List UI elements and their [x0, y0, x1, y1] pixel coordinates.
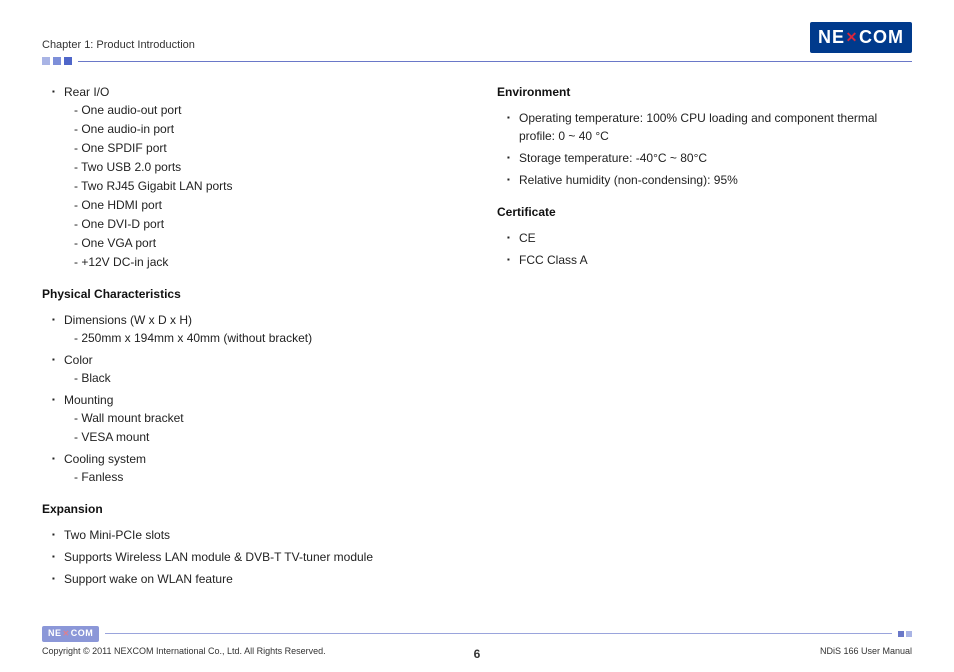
content-columns: Rear I/O - One audio-out port - One audi… [42, 83, 912, 592]
header-squares-icon [42, 57, 72, 65]
header-bar: Chapter 1: Product Introduction NE COM [42, 22, 912, 53]
list-item: Color - Black [52, 351, 457, 387]
left-column: Rear I/O - One audio-out port - One audi… [42, 83, 457, 592]
list-item: FCC Class A [507, 251, 912, 269]
logo-x-icon [845, 24, 859, 51]
heading-certificate: Certificate [497, 203, 912, 221]
footer-logo-x-icon [62, 627, 71, 641]
sub-item: - One DVI-D port [74, 215, 457, 233]
footer-squares-icon [898, 631, 912, 637]
list-item: Operating temperature: 100% CPU loading … [507, 109, 912, 145]
sub-item: - One audio-out port [74, 101, 457, 119]
sub-item: - One VGA port [74, 234, 457, 252]
heading-environment: Environment [497, 83, 912, 101]
page-number: 6 [474, 645, 481, 663]
sub-item: - Fanless [74, 468, 457, 486]
doc-title: NDiS 166 User Manual [820, 645, 912, 659]
right-column: Environment Operating temperature: 100% … [497, 83, 912, 592]
list-item: Mounting - Wall mount bracket - VESA mou… [52, 391, 457, 446]
chapter-title: Chapter 1: Product Introduction [42, 37, 195, 54]
rear-io-label: Rear I/O [64, 85, 109, 99]
logo-text-right: COM [859, 24, 904, 51]
sub-item: - One HDMI port [74, 196, 457, 214]
sub-item: - One SPDIF port [74, 139, 457, 157]
copyright-text: Copyright © 2011 NEXCOM International Co… [42, 645, 326, 659]
heading-physical: Physical Characteristics [42, 285, 457, 303]
list-item: CE [507, 229, 912, 247]
footer-logo: NECOM [42, 626, 99, 642]
sub-item: - Two RJ45 Gigabit LAN ports [74, 177, 457, 195]
brand-logo: NE COM [810, 22, 912, 53]
header-rule [42, 57, 912, 65]
sub-item: - +12V DC-in jack [74, 253, 457, 271]
rear-io-sublist: - One audio-out port - One audio-in port… [64, 101, 457, 271]
logo-text-left: NE [818, 24, 845, 51]
sub-item: - One audio-in port [74, 120, 457, 138]
sub-item: - Black [74, 369, 457, 387]
heading-expansion: Expansion [42, 500, 457, 518]
footer: NECOM Copyright © 2011 NEXCOM Internatio… [42, 626, 912, 658]
list-item: Storage temperature: -40°C ~ 80°C [507, 149, 912, 167]
list-item: Support wake on WLAN feature [52, 570, 457, 588]
list-item: Dimensions (W x D x H) - 250mm x 194mm x… [52, 311, 457, 347]
list-item: Relative humidity (non-condensing): 95% [507, 171, 912, 189]
list-item: Cooling system - Fanless [52, 450, 457, 486]
sub-item: - Wall mount bracket [74, 409, 457, 427]
list-item: Supports Wireless LAN module & DVB-T TV-… [52, 548, 457, 566]
list-item: Two Mini-PCIe slots [52, 526, 457, 544]
sub-item: - Two USB 2.0 ports [74, 158, 457, 176]
list-item: Rear I/O - One audio-out port - One audi… [52, 83, 457, 271]
sub-item: - VESA mount [74, 428, 457, 446]
sub-item: - 250mm x 194mm x 40mm (without bracket) [74, 329, 457, 347]
